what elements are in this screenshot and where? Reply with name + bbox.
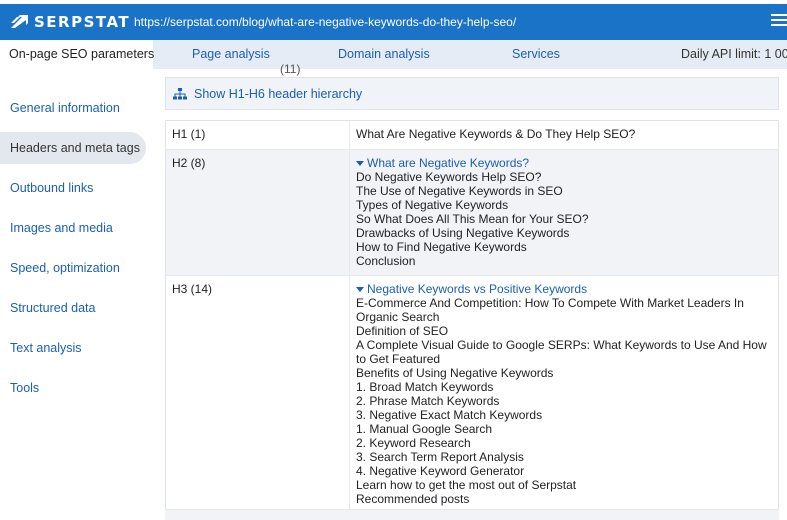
header-value: 2. Phrase Match Keywords [356, 394, 500, 408]
header-value: Drawbacks of Using Negative Keywords [356, 226, 570, 240]
tab-page-analysis[interactable]: Page analysis [192, 40, 270, 69]
nav-bar: On-page SEO parameters Page analysis Dom… [0, 40, 787, 69]
header-value: A Complete Visual Guide to Google SERPs:… [356, 338, 767, 366]
serpstat-logo-icon [11, 15, 28, 28]
menu-icon[interactable] [771, 14, 787, 28]
header-value: What are Negative Keywords? [367, 156, 530, 170]
table-row-h3: H3 (14) Negative Keywords vs Positive Ke… [166, 276, 778, 510]
header-value: Conclusion [356, 254, 416, 268]
header-value: Learn how to get the most out of Serpsta… [356, 478, 577, 492]
header-value: 3. Search Term Report Analysis [356, 450, 524, 464]
serpstat-logo[interactable]: SERPSTAT [10, 13, 130, 31]
header-value: 2. Keyword Research [356, 436, 471, 450]
show-hierarchy-button[interactable]: Show H1-H6 header hierarchy [165, 77, 779, 110]
header-value: E-Commerce And Competition: How To Compe… [356, 296, 744, 324]
header-value: 3. Negative Exact Match Keywords [356, 408, 543, 422]
sidebar-item-general-information[interactable]: General information [0, 92, 120, 124]
table-row-partial [165, 509, 779, 520]
tab-on-page-seo[interactable]: On-page SEO parameters [0, 40, 154, 69]
header-values: What are Negative Keywords? Do Negative … [350, 150, 778, 275]
page-url: https://serpstat.com/blog/what-are-negat… [134, 15, 517, 29]
sidebar-item-images-and-media[interactable]: Images and media [0, 212, 113, 244]
header-level-name: H1 (1) [166, 121, 350, 149]
header-level-name: H3 (14) [166, 276, 350, 509]
table-row-h2: H2 (8) What are Negative Keywords? Do Ne… [166, 150, 778, 276]
tab-domain-analysis[interactable]: Domain analysis [338, 40, 430, 69]
table-row-h1: H1 (1) What Are Negative Keywords & Do T… [166, 121, 778, 150]
expand-h2-toggle[interactable]: What are Negative Keywords? [356, 156, 774, 170]
caret-down-icon [356, 160, 364, 166]
header-value: The Use of Negative Keywords in SEO [356, 184, 563, 198]
header-value: Do Negative Keywords Help SEO? [356, 170, 542, 184]
sidebar-item-structured-data[interactable]: Structured data [0, 292, 95, 324]
header-value: Benefits of Using Negative Keywords [356, 366, 554, 380]
headers-table: H1 (1) What Are Negative Keywords & Do T… [165, 120, 779, 511]
sidebar: General information Headers and meta tag… [0, 69, 160, 520]
api-limit: Daily API limit: 1 000 [681, 47, 787, 61]
header-value: How to Find Negative Keywords [356, 240, 527, 254]
header-value: 1. Broad Match Keywords [356, 380, 494, 394]
sitemap-icon [173, 87, 187, 99]
sidebar-item-headers-and-meta-tags[interactable]: Headers and meta tags [0, 132, 146, 164]
top-bar: SERPSTAT https://serpstat.com/blog/what-… [0, 0, 787, 40]
caret-down-icon [356, 286, 364, 292]
header-value: What Are Negative Keywords & Do They Hel… [356, 127, 636, 141]
header-level-name: H2 (8) [166, 150, 350, 275]
header-value: Recommended posts [356, 492, 470, 506]
sidebar-item-text-analysis[interactable]: Text analysis [0, 332, 82, 364]
clipped-count: (11) [280, 62, 301, 76]
show-hierarchy-label: Show H1-H6 header hierarchy [194, 86, 363, 101]
header-value: 4. Negative Keyword Generator [356, 464, 525, 478]
header-value: Definition of SEO [356, 324, 449, 338]
header-values: What Are Negative Keywords & Do They Hel… [350, 121, 778, 149]
header-values: Negative Keywords vs Positive Keywords E… [350, 276, 778, 509]
sidebar-item-outbound-links[interactable]: Outbound links [0, 172, 93, 204]
expand-h3-toggle[interactable]: Negative Keywords vs Positive Keywords [356, 282, 774, 296]
sidebar-item-speed-optimization[interactable]: Speed, optimization [0, 252, 120, 284]
sidebar-item-tools[interactable]: Tools [0, 372, 39, 404]
header-value: So What Does All This Mean for Your SEO? [356, 212, 589, 226]
header-value: Types of Negative Keywords [356, 198, 509, 212]
header-value: 1. Manual Google Search [356, 422, 493, 436]
tab-services[interactable]: Services [512, 40, 560, 69]
brand-name: SERPSTAT [34, 13, 131, 31]
header-value: Negative Keywords vs Positive Keywords [367, 282, 588, 296]
